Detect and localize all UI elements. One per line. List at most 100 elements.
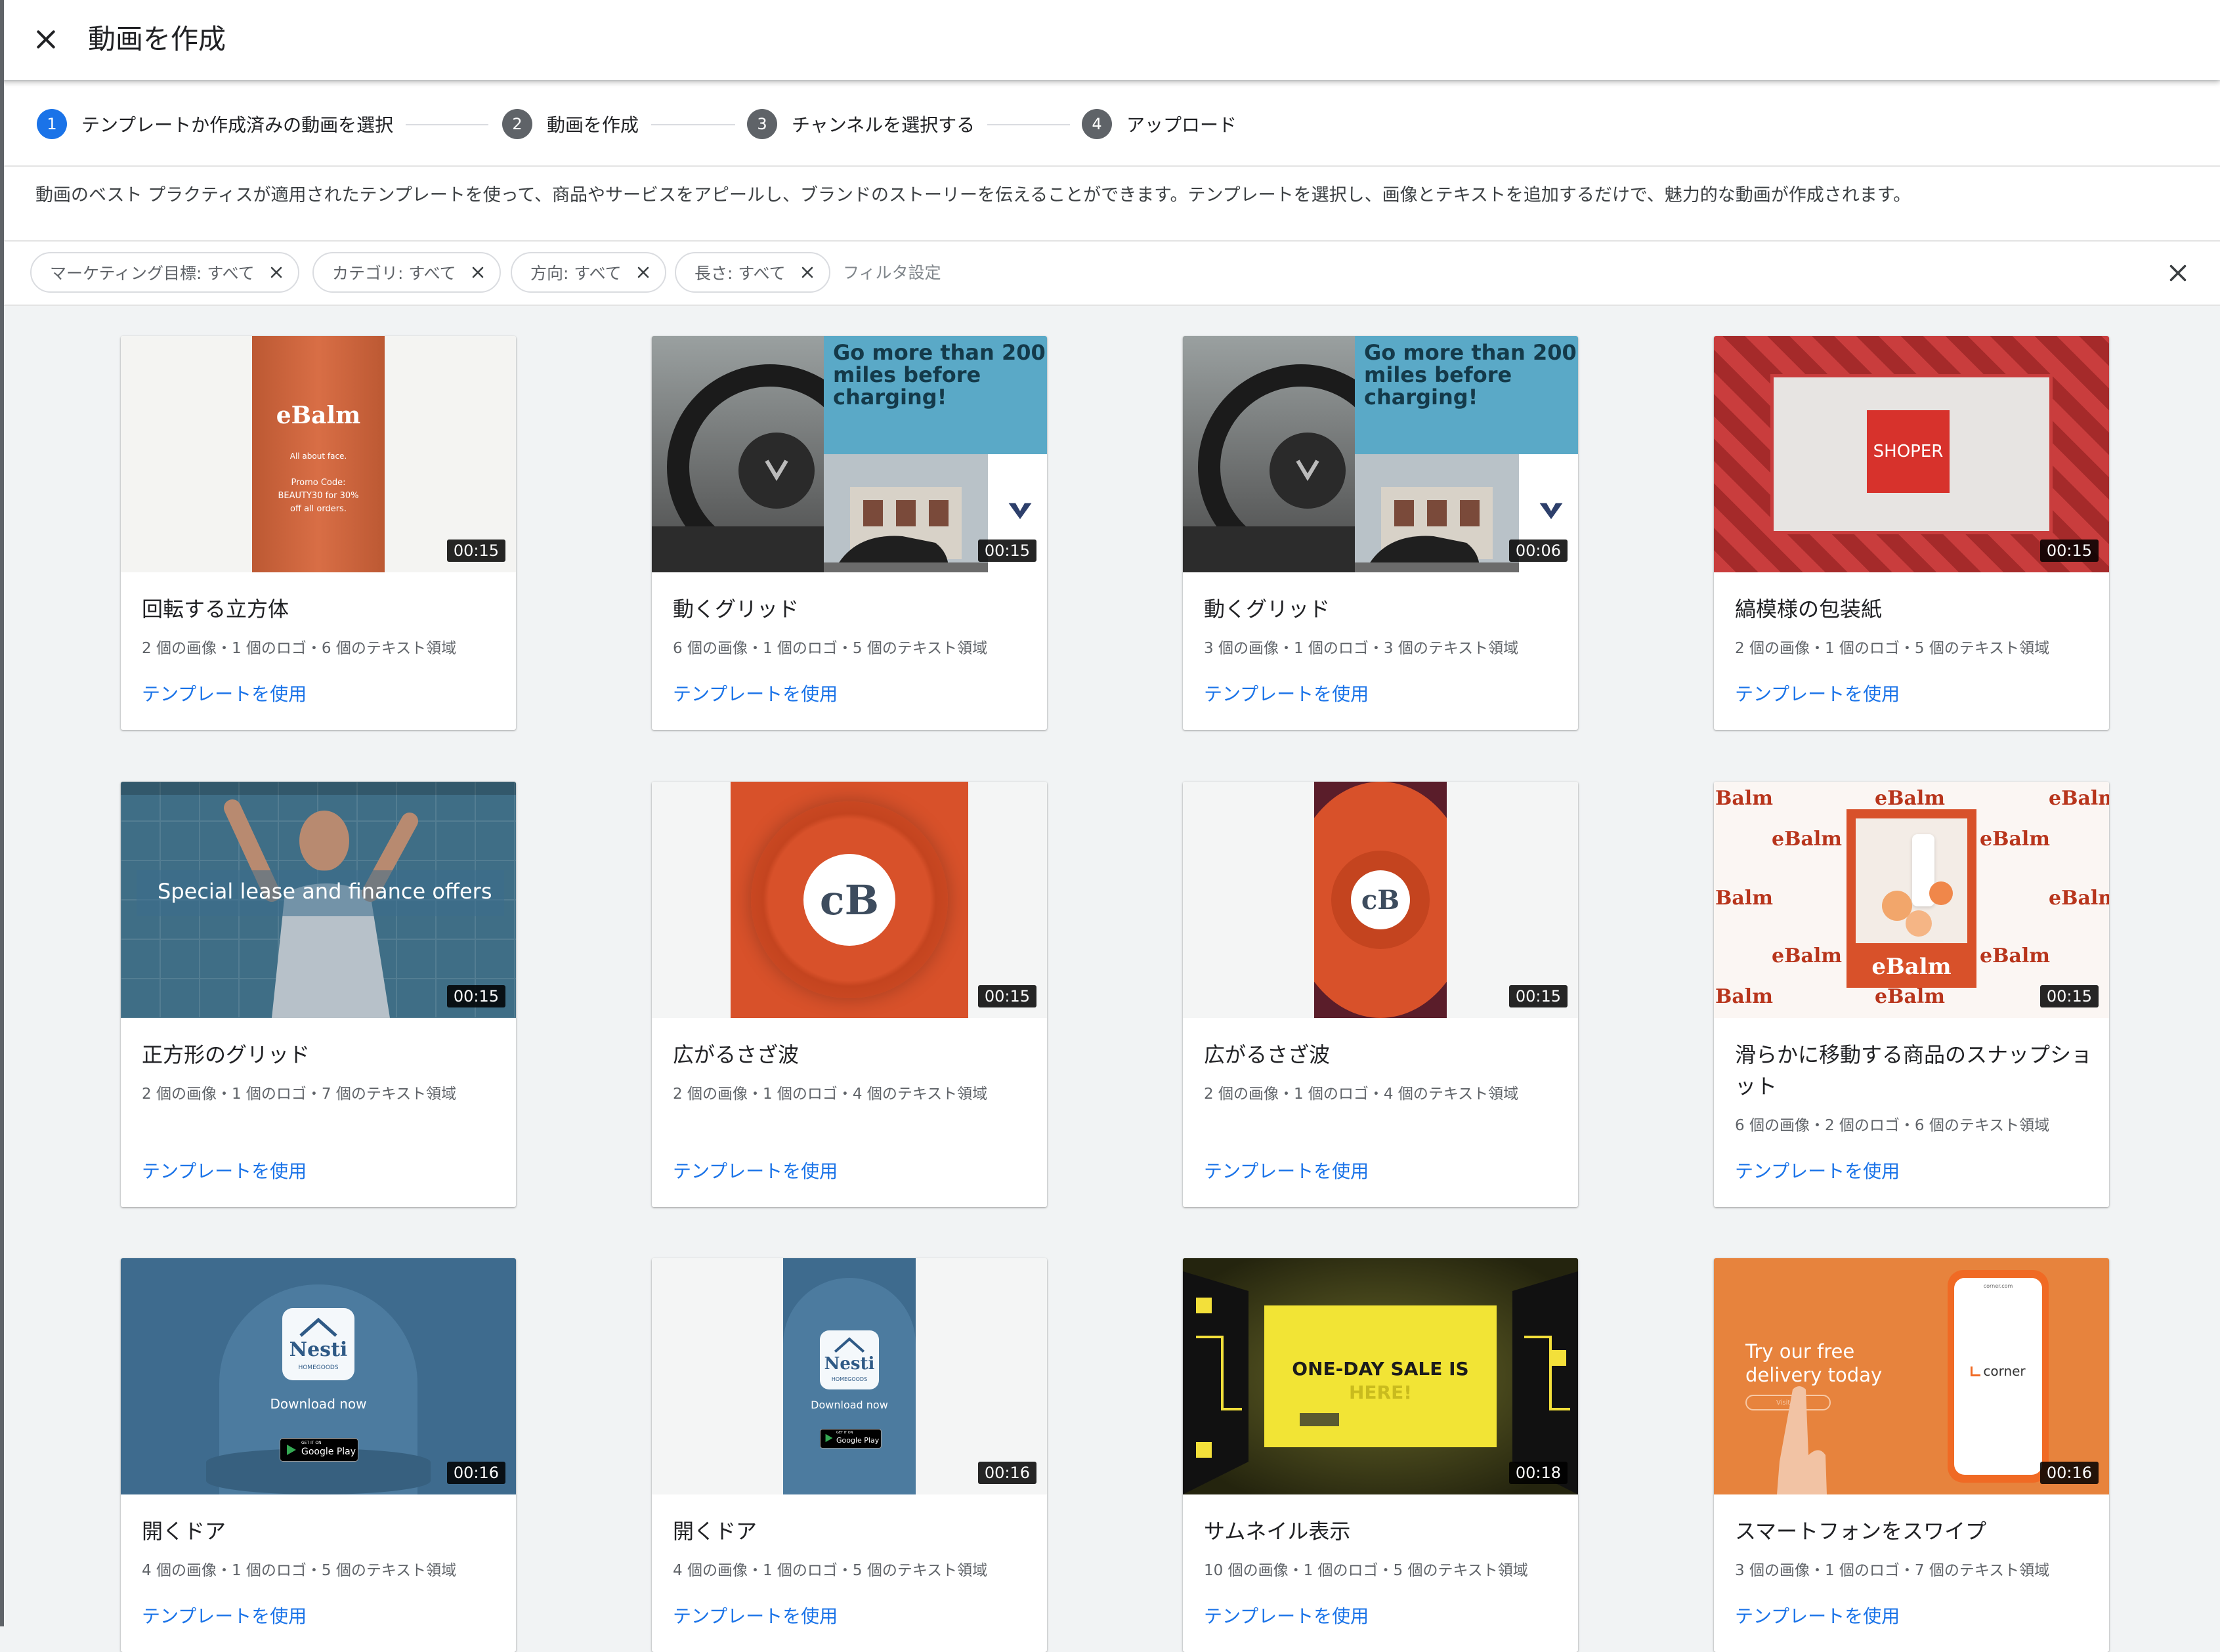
promo-text: off all orders. [290, 504, 347, 514]
filter-chip-category[interactable]: カテゴリ: すべて [312, 252, 501, 293]
duration-badge: 00:15 [446, 985, 505, 1007]
sale-headline: HERE! [1348, 1382, 1413, 1403]
badge-label: Google Play [301, 1447, 356, 1457]
template-thumbnail[interactable]: ONE-DAY SALE IS HERE! 00:18 [1183, 1258, 1578, 1494]
filter-chip-orientation[interactable]: 方向: すべて [511, 252, 666, 293]
template-card[interactable]: ONE-DAY SALE IS HERE! 00:18 サムネイル表示 10 個… [1183, 1258, 1578, 1652]
chip-remove-button[interactable] [468, 263, 488, 282]
headline-line: charging! [1364, 385, 1478, 410]
duration-badge: 00:15 [977, 540, 1036, 562]
close-icon [801, 266, 813, 278]
brand-logo: eBalm [276, 402, 361, 429]
duration-badge: 00:16 [2039, 1462, 2099, 1484]
filter-chip-length[interactable]: 長さ: すべて [675, 252, 830, 293]
use-template-link[interactable]: テンプレートを使用 [142, 1157, 307, 1183]
house-icon [834, 1337, 865, 1353]
template-thumbnail[interactable]: Nesti HOMEGOODS Download now GET IT ON G… [652, 1258, 1047, 1494]
step-number: 3 [747, 109, 777, 139]
use-template-link[interactable]: テンプレートを使用 [1204, 680, 1369, 706]
brand-tagline: HOMEGOODS [831, 1376, 868, 1382]
use-template-link[interactable]: テンプレートを使用 [1735, 680, 1900, 706]
filter-bar: マーケティング目標: すべて カテゴリ: すべて 方向: すべて 長さ: すべて… [0, 242, 2220, 306]
brand-logo-pattern: eBalm [2049, 887, 2109, 910]
step-number: 1 [37, 109, 67, 139]
template-thumbnail[interactable]: Go more than 200 miles before charging! … [652, 336, 1047, 572]
template-thumbnail[interactable]: Special lease and finance offers 00:15 [121, 782, 516, 1018]
product-frame: eBalm [1846, 809, 1976, 988]
template-card[interactable]: Special lease and finance offers 00:15 正… [121, 782, 516, 1207]
template-card[interactable]: Go more than 200 miles before charging! … [1183, 336, 1578, 730]
google-play-badge: GET IT ON Google Play [280, 1438, 358, 1462]
filter-settings-input[interactable]: フィルタ設定 [843, 261, 941, 285]
play-icon [825, 1433, 833, 1443]
template-thumbnail[interactable]: Try our free delivery today Visit us cor… [1714, 1258, 2109, 1494]
dealership-image [824, 454, 988, 572]
use-template-link[interactable]: テンプレートを使用 [1204, 1157, 1369, 1183]
use-template-link[interactable]: テンプレートを使用 [673, 680, 838, 706]
template-thumbnail[interactable]: Nesti HOMEGOODS Download now GET IT ON G… [121, 1258, 516, 1494]
filter-chip-marketing-goal[interactable]: マーケティング目標: すべて [30, 252, 299, 293]
template-card[interactable]: SHOPER 00:15 縞模様の包装紙 2 個の画像・1 個のロゴ・5 個のテ… [1714, 336, 2109, 730]
template-card[interactable]: cB 00:15 広がるさざ波 2 個の画像・1 個のロゴ・4 個のテキスト領域… [652, 782, 1047, 1207]
badge-label: Google Play [836, 1436, 880, 1445]
template-card[interactable]: Nesti HOMEGOODS Download now GET IT ON G… [121, 1258, 516, 1652]
template-thumbnail[interactable]: SHOPER 00:15 [1714, 336, 2109, 572]
chip-label: マーケティング目標: すべて [50, 264, 255, 283]
use-template-link[interactable]: テンプレートを使用 [673, 1157, 838, 1183]
use-template-link[interactable]: テンプレートを使用 [142, 680, 307, 706]
brand-logo-pattern: Balm [1715, 887, 1773, 910]
brand-logo: corner [1954, 1363, 2042, 1379]
template-thumbnail[interactable]: Balm eBalm eBalm eBalm eBalm Balm eBalm … [1714, 782, 2109, 1018]
thumbnail-panel: eBalm All about face. Promo Code: BEAUTY… [252, 336, 385, 572]
brand-logo-pattern: eBalm [1980, 944, 2051, 967]
template-title: 開くドア [673, 1519, 758, 1544]
template-card[interactable]: Go more than 200 miles before charging! … [652, 336, 1047, 730]
duration-badge: 00:06 [1508, 540, 1568, 562]
brand-logo: SHOPER [1867, 410, 1950, 493]
window-edge [0, 0, 4, 1626]
template-title: 広がるさざ波 [1204, 1042, 1331, 1067]
use-template-link[interactable]: テンプレートを使用 [1204, 1602, 1369, 1628]
phone-mockup: corner.com corner [1948, 1270, 2049, 1483]
duration-badge: 00:15 [977, 985, 1036, 1007]
chip-remove-button[interactable] [633, 263, 653, 282]
sale-headline: ONE-DAY SALE IS [1292, 1358, 1469, 1380]
use-template-link[interactable]: テンプレートを使用 [1735, 1602, 1900, 1628]
template-card[interactable]: cB 00:15 広がるさざ波 2 個の画像・1 個のロゴ・4 個のテキスト領域… [1183, 782, 1578, 1207]
template-title: スマートフォンをスワイプ [1735, 1519, 1987, 1544]
brand-logo: Nesti [824, 1354, 875, 1374]
brand-logo-pattern: eBalm [1980, 828, 2051, 851]
template-meta: 4 個の画像・1 個のロゴ・5 個のテキスト領域 [673, 1562, 988, 1579]
use-template-link[interactable]: テンプレートを使用 [1735, 1157, 1900, 1183]
use-template-link[interactable]: テンプレートを使用 [673, 1602, 838, 1628]
template-meta: 4 個の画像・1 個のロゴ・5 個のテキスト領域 [142, 1562, 457, 1579]
duration-badge: 00:16 [446, 1462, 505, 1484]
template-thumbnail[interactable]: cB 00:15 [652, 782, 1047, 1018]
use-template-link[interactable]: テンプレートを使用 [142, 1602, 307, 1628]
template-thumbnail[interactable]: Go more than 200 miles before charging! … [1183, 336, 1578, 572]
corner-icon [1971, 1366, 1981, 1376]
brand-logo-pattern: eBalm [1875, 787, 1946, 810]
brand-logo-pattern: eBalm [1772, 828, 1843, 851]
clear-filters-button[interactable] [2161, 256, 2195, 290]
description-text: 動画のベスト プラクティスが適用されたテンプレートを使って、商品やサービスをアピ… [35, 185, 1911, 205]
template-card[interactable]: eBalm All about face. Promo Code: BEAUTY… [121, 336, 516, 730]
template-title: 動くグリッド [673, 597, 800, 622]
chip-remove-button[interactable] [267, 263, 286, 282]
template-card[interactable]: Balm eBalm eBalm eBalm eBalm Balm eBalm … [1714, 782, 2109, 1207]
cta-text: Download now [811, 1399, 888, 1411]
template-card[interactable]: Try our free delivery today Visit us cor… [1714, 1258, 2109, 1652]
description-bar: 動画のベスト プラクティスが適用されたテンプレートを使って、商品やサービスをアピ… [0, 167, 2220, 242]
step-connector [651, 124, 735, 125]
close-button[interactable] [26, 20, 66, 59]
cta-text: Download now [270, 1396, 367, 1412]
close-icon [37, 30, 55, 49]
close-icon [2169, 265, 2187, 282]
template-card[interactable]: Nesti HOMEGOODS Download now GET IT ON G… [652, 1258, 1047, 1652]
chip-remove-button[interactable] [798, 263, 817, 282]
play-icon [287, 1445, 296, 1455]
template-thumbnail[interactable]: eBalm All about face. Promo Code: BEAUTY… [121, 336, 516, 572]
template-thumbnail[interactable]: cB 00:15 [1183, 782, 1578, 1018]
headline-line: miles before [1364, 362, 1512, 387]
step-3: 3 チャンネルを選択する [747, 108, 975, 140]
